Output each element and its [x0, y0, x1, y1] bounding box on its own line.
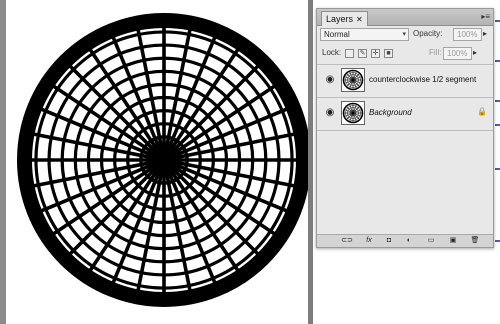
new-group-icon[interactable]: ▭ — [425, 236, 437, 246]
lock-position-icon[interactable]: ✛ — [371, 49, 380, 58]
fill-value: 100% — [447, 49, 468, 58]
fill-arrow-icon[interactable]: ▸ — [473, 47, 477, 58]
fill-field[interactable]: 100% — [443, 47, 472, 60]
visibility-eye-icon[interactable]: ◉ — [323, 107, 337, 119]
layer-row[interactable]: ◉ counterclockwise 1/2 segment — [319, 65, 491, 95]
lock-icon: 🔒 — [477, 107, 487, 116]
chevron-down-icon: ▾ — [402, 31, 406, 38]
layer-name: Background — [369, 108, 412, 117]
adjustment-layer-icon[interactable]: ◐ — [403, 236, 415, 246]
layers-panel: Layers ✕ ▸≡ Normal ▾ Opacity: 100% ▸ Lock… — [316, 8, 494, 248]
layer-thumbnail — [341, 101, 365, 125]
lock-label: Lock: — [322, 48, 342, 57]
fx-icon[interactable]: fx — [363, 236, 375, 246]
opacity-value: 100% — [457, 30, 478, 39]
delete-layer-icon[interactable]: 🗑 — [469, 236, 481, 246]
opacity-arrow-icon[interactable]: ▸ — [483, 28, 487, 39]
layer-thumbnail — [341, 68, 365, 92]
lock-pixels-icon[interactable]: ✎ — [358, 49, 367, 58]
fill-label: Fill: — [429, 48, 442, 57]
close-icon[interactable]: ✕ — [356, 15, 363, 24]
document-canvas[interactable] — [6, 0, 308, 324]
visibility-eye-icon[interactable]: ◉ — [323, 74, 337, 86]
hub — [152, 148, 176, 172]
blend-mode-select[interactable]: Normal ▾ — [320, 28, 409, 41]
new-layer-icon[interactable]: ▣ — [447, 236, 459, 246]
blend-opacity-row: Normal ▾ Opacity: 100% ▸ — [317, 28, 493, 41]
panel-tab-bar: Layers ✕ ▸≡ — [317, 9, 493, 26]
blend-mode-value: Normal — [324, 30, 350, 39]
link-layers-icon[interactable]: ⊂⊃ — [341, 236, 353, 246]
panel-footer: ⊂⊃ fx ◘ ◐ ▭ ▣ 🗑 — [317, 234, 493, 247]
lock-fill-row: Lock: ✎ ✛ ■ Fill: 100% ▸ — [317, 47, 493, 60]
lock-transparency-icon[interactable] — [345, 49, 354, 58]
lock-all-icon[interactable]: ■ — [384, 49, 393, 58]
canvas-area — [0, 0, 308, 324]
opacity-label: Opacity: — [413, 29, 443, 38]
layer-name: counterclockwise 1/2 segment — [369, 75, 477, 84]
divider — [317, 130, 493, 131]
opacity-field[interactable]: 100% — [453, 28, 482, 41]
panel-menu-icon[interactable]: ▸≡ — [481, 12, 490, 22]
tab-layers-label: Layers — [326, 14, 354, 24]
layer-row[interactable]: ◉ Background 🔒 — [319, 98, 491, 128]
layer-mask-icon[interactable]: ◘ — [383, 236, 395, 246]
circular-grid-artwork — [17, 13, 308, 307]
tab-layers[interactable]: Layers ✕ — [321, 11, 368, 26]
